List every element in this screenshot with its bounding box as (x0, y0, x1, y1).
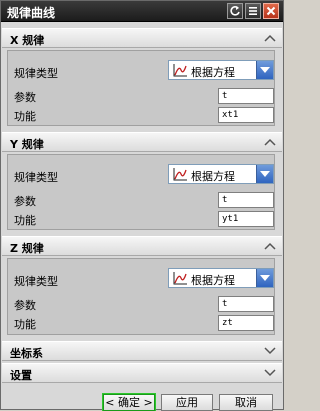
z-law-section-header[interactable]: Z 规律 (2, 236, 282, 256)
law-type-value: 根据方程 (191, 274, 235, 287)
law-type-dropdown[interactable]: 根据方程 (168, 60, 274, 80)
reset-button[interactable] (227, 3, 243, 19)
parameter-input[interactable]: t (218, 296, 274, 312)
apply-button[interactable]: 应用 (161, 394, 213, 411)
chevron-down-icon (264, 369, 276, 377)
cancel-button[interactable]: 取消 (219, 394, 273, 411)
section-title: 坐标系 (10, 347, 43, 360)
law-curve-dialog: 规律曲线 X 规律 规律类型 根据方程 参数 t 功能 xt1 Y 规律 规律类… (0, 0, 284, 411)
parameter-input[interactable]: t (218, 88, 274, 104)
function-label: 功能 (14, 214, 36, 227)
function-label: 功能 (14, 110, 36, 123)
parameter-input[interactable]: t (218, 192, 274, 208)
law-type-label: 规律类型 (14, 171, 58, 184)
chevron-up-icon (264, 34, 276, 42)
chevron-down-icon (260, 171, 270, 177)
law-type-dropdown[interactable]: 根据方程 (168, 164, 274, 184)
section-title: 设置 (10, 369, 32, 382)
dropdown-arrow-button[interactable] (256, 165, 273, 183)
x-law-section-body: 规律类型 根据方程 参数 t 功能 xt1 (7, 50, 275, 126)
menu-button[interactable] (245, 3, 261, 19)
window-title: 规律曲线 (7, 6, 56, 20)
function-label: 功能 (14, 318, 36, 331)
function-input[interactable]: yt1 (218, 211, 274, 227)
law-curve-icon (173, 272, 187, 285)
law-type-label: 规律类型 (14, 67, 58, 80)
chevron-up-icon (264, 242, 276, 250)
chevron-up-icon (264, 138, 276, 146)
section-title: Y 规律 (10, 138, 44, 151)
list-menu-icon (249, 7, 257, 15)
chevron-down-icon (260, 275, 270, 281)
y-law-section-body: 规律类型 根据方程 参数 t 功能 yt1 (7, 154, 275, 230)
title-bar: 规律曲线 (1, 1, 283, 22)
chevron-down-icon (260, 67, 270, 73)
parameter-label: 参数 (14, 195, 36, 208)
dropdown-arrow-button[interactable] (256, 269, 273, 287)
close-button[interactable] (263, 3, 279, 19)
parameter-label: 参数 (14, 299, 36, 312)
law-curve-icon (173, 168, 187, 181)
reset-icon (230, 6, 240, 16)
ok-button[interactable]: < 确定 > (102, 393, 156, 411)
parameter-label: 参数 (14, 91, 36, 104)
chevron-down-icon (264, 347, 276, 355)
section-title: X 规律 (10, 34, 45, 47)
function-input[interactable]: zt (218, 315, 274, 331)
close-icon (266, 6, 276, 16)
x-law-section-header[interactable]: X 规律 (2, 28, 282, 48)
law-type-value: 根据方程 (191, 66, 235, 79)
settings-section-header[interactable]: 设置 (2, 363, 282, 383)
law-type-label: 规律类型 (14, 275, 58, 288)
section-title: Z 规律 (10, 242, 44, 255)
y-law-section-header[interactable]: Y 规律 (2, 132, 282, 152)
law-type-dropdown[interactable]: 根据方程 (168, 268, 274, 288)
dropdown-arrow-button[interactable] (256, 61, 273, 79)
law-curve-icon (173, 64, 187, 77)
law-type-value: 根据方程 (191, 170, 235, 183)
z-law-section-body: 规律类型 根据方程 参数 t 功能 zt (7, 258, 275, 335)
function-input[interactable]: xt1 (218, 107, 274, 123)
csys-section-header[interactable]: 坐标系 (2, 341, 282, 361)
